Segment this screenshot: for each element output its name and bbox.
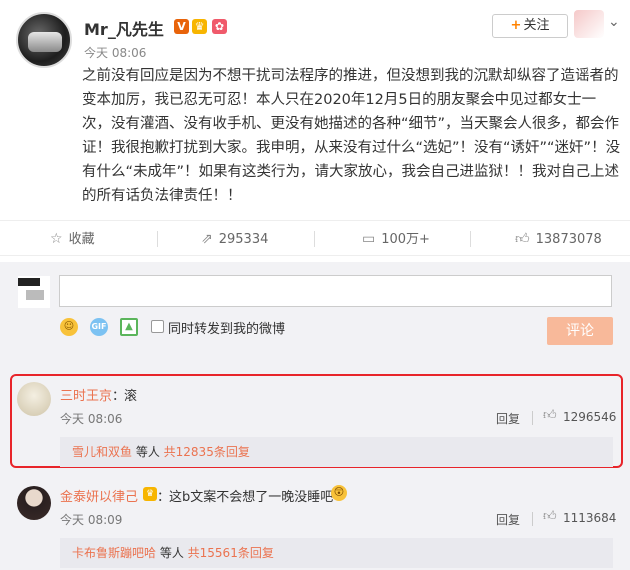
favorite-button[interactable]: ☆ 收藏 (50, 221, 95, 257)
decoration-image (574, 10, 604, 38)
sub-reply-mid: 等人 (132, 445, 164, 459)
chevron-down-icon[interactable]: ⌄ (608, 14, 620, 30)
post-time[interactable]: 今天 08:06 (84, 44, 146, 61)
sub-reply-count[interactable]: 共12835条回复 (164, 445, 250, 459)
star-icon: ☆ (50, 231, 63, 247)
sub-replies-summary[interactable]: 卡布鲁斯蹦吧哈 等人 共15561条回复 (60, 538, 613, 568)
post-username[interactable]: Mr_凡先生 (84, 16, 164, 40)
repost-checkbox[interactable] (151, 320, 164, 333)
emoji-icon[interactable]: ☺ (60, 318, 78, 336)
verified-v-icon[interactable]: V (174, 19, 189, 34)
comment-avatar[interactable] (17, 382, 51, 416)
shocked-emoji-icon: 😲︎ (331, 485, 347, 501)
sub-reply-user[interactable]: 卡布鲁斯蹦吧哈 (72, 546, 156, 560)
gift-badge-icon[interactable]: ✿ (212, 19, 227, 34)
follow-button[interactable]: + 关注 (492, 14, 568, 38)
sub-reply-mid: 等人 (156, 546, 188, 560)
favorite-label: 收藏 (68, 232, 95, 247)
comment-time: 今天 08:09 (60, 513, 123, 527)
comment-username[interactable]: 金泰妍以律己 (60, 486, 138, 505)
action-bar: ☆ 收藏 ⇗ 295334 ▭ 100万+ 👍︎ 13873078 (0, 220, 630, 256)
submit-comment-button[interactable]: 评论 (547, 317, 613, 345)
post-header: Mr_凡先生 V ♛ ✿ 今天 08:06 + 关注 ⌄ (14, 10, 624, 70)
thumb-up-icon[interactable]: 👍︎ (543, 408, 557, 423)
follow-label: 关注 (523, 18, 550, 33)
divider (314, 231, 315, 247)
reply-button[interactable]: 回复 (496, 410, 520, 427)
comment-input[interactable] (59, 275, 612, 307)
comment-button[interactable]: ▭ 100万+ (362, 221, 430, 257)
comment-text: 滚 (124, 389, 138, 404)
divider (532, 512, 533, 526)
comment-like-count: 1113684 (563, 511, 617, 525)
reply-button[interactable]: 回复 (496, 511, 520, 528)
sub-reply-user[interactable]: 雪儿和双鱼 (72, 445, 132, 459)
sub-reply-count[interactable]: 共15561条回复 (188, 546, 274, 560)
user-avatar[interactable] (16, 12, 72, 68)
divider (470, 231, 471, 247)
comment-like-count: 1296546 (563, 410, 617, 424)
repost-icon: ⇗ (201, 231, 213, 247)
plus-icon: + (510, 18, 522, 33)
gif-icon[interactable]: GIF (90, 318, 108, 336)
repost-checkbox-label[interactable]: 同时转发到我的微博 (168, 318, 285, 337)
comment-avatar[interactable] (17, 486, 51, 520)
like-count: 13873078 (535, 232, 602, 247)
thumb-up-icon: 👍︎ (515, 231, 530, 247)
divider (157, 231, 158, 247)
comment-time: 今天 08:06 (60, 412, 123, 426)
sub-replies-summary[interactable]: 雪儿和双鱼 等人 共12835条回复 (60, 437, 613, 467)
repost-count: 295334 (218, 232, 269, 247)
divider (532, 411, 533, 425)
image-icon[interactable]: ▲ (120, 318, 138, 336)
post-body: 之前没有回应是因为不想干扰司法程序的推进，但没想到我的沉默却纵容了造谣者的变本加… (82, 68, 621, 204)
like-button[interactable]: 👍︎ 13873078 (515, 221, 602, 257)
repost-button[interactable]: ⇗ 295334 (201, 221, 268, 257)
comment-count: 100万+ (381, 232, 430, 247)
comment-text: 这b文案不会想了一晚没睡吧 (169, 490, 334, 505)
crown-badge-icon[interactable]: ♛ (192, 19, 207, 34)
comment-username[interactable]: 三时王京 (60, 385, 112, 404)
thumb-up-icon[interactable]: 👍︎ (543, 509, 557, 524)
comment-icon: ▭ (362, 231, 376, 247)
my-avatar (18, 276, 50, 308)
crown-badge-icon[interactable]: ♛ (143, 487, 157, 501)
